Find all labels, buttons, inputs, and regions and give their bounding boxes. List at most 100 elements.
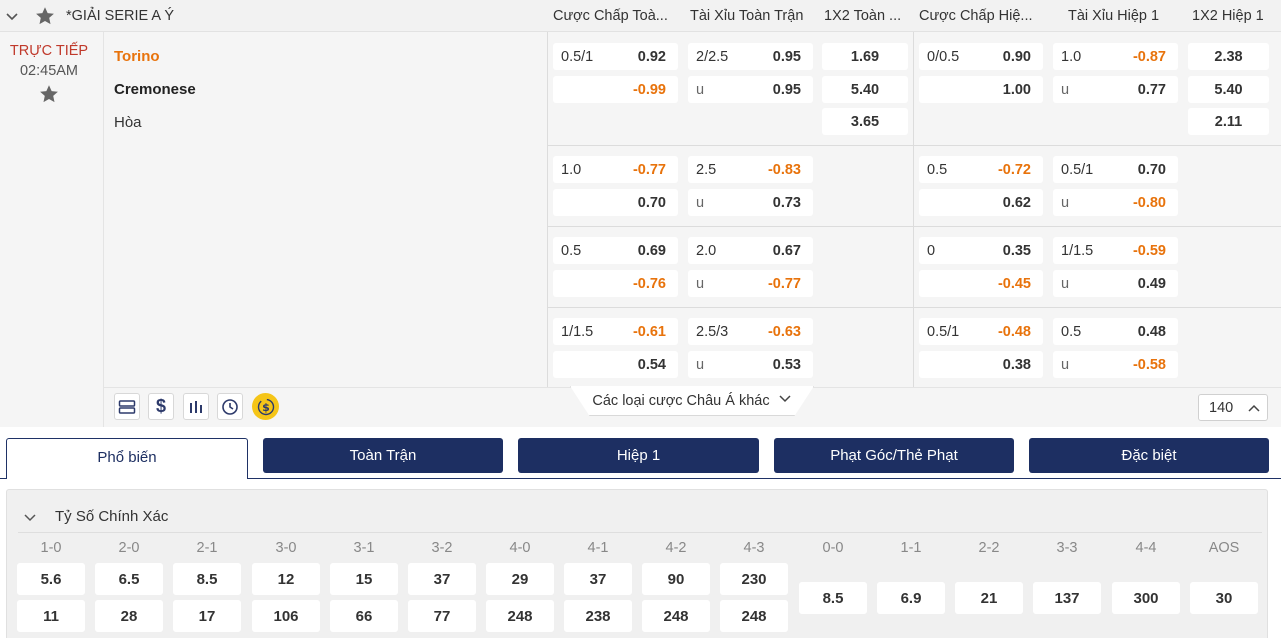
score-odds-button[interactable]: 77 xyxy=(408,600,476,632)
odds-cell[interactable]: 2.0 0.67 xyxy=(688,237,813,264)
odds-cell[interactable]: 1.69 xyxy=(822,43,908,70)
score-odds-button[interactable]: 15 xyxy=(330,563,398,595)
odds-value: 1.00 xyxy=(1002,82,1031,98)
odds-cell[interactable]: 0.5 0.48 xyxy=(1053,318,1178,345)
tab-full-time[interactable]: Toàn Trận xyxy=(263,438,503,473)
score-odds-button[interactable]: 230 xyxy=(720,563,788,595)
score-odds-button[interactable]: 12 xyxy=(252,563,320,595)
odds-cell[interactable]: 0.5 -0.72 xyxy=(919,156,1043,183)
handicap-line: 0.5 xyxy=(561,243,582,259)
score-odds-button[interactable]: 8.5 xyxy=(173,563,241,595)
odds-cell[interactable]: 0.70 xyxy=(553,189,678,216)
divider xyxy=(547,32,548,387)
odds-cell[interactable]: 2.38 xyxy=(1188,43,1269,70)
score-odds-button[interactable]: 5.6 xyxy=(17,563,85,595)
odds-cell[interactable]: 3.65 xyxy=(822,108,908,135)
odds-cell[interactable]: 0.5/1 0.70 xyxy=(1053,156,1178,183)
more-markets-button[interactable]: 140 xyxy=(1198,394,1268,421)
odds-cell[interactable]: 0 0.35 xyxy=(919,237,1043,264)
score-odds-button[interactable]: 238 xyxy=(564,600,632,632)
odds-cell[interactable]: 2.5 -0.83 xyxy=(688,156,813,183)
odds-cell[interactable]: 0/0.5 0.90 xyxy=(919,43,1043,70)
odds-cell[interactable]: 1/1.5 -0.61 xyxy=(553,318,678,345)
score-odds-button[interactable]: 11 xyxy=(17,600,85,632)
score-odds-button[interactable]: 300 xyxy=(1112,582,1180,614)
odds-value: 0.67 xyxy=(772,243,801,259)
list-button[interactable] xyxy=(114,393,140,420)
tab-specials[interactable]: Đặc biệt xyxy=(1029,438,1269,473)
score-odds-button[interactable]: 21 xyxy=(955,582,1023,614)
away-team[interactable]: Cremonese xyxy=(114,81,196,98)
odds-cell[interactable]: -0.45 xyxy=(919,270,1043,297)
odds-value: 0.90 xyxy=(1002,49,1031,65)
odds-cell[interactable]: u 0.95 xyxy=(688,76,813,103)
collapse-league-button[interactable] xyxy=(4,8,20,24)
odds-cell[interactable]: 2.11 xyxy=(1188,108,1269,135)
odds-cell[interactable]: 1.0 -0.87 xyxy=(1053,43,1178,70)
chevron-up-icon xyxy=(1248,404,1260,412)
score-odds-button[interactable]: 17 xyxy=(173,600,241,632)
match-favorite-button[interactable] xyxy=(38,83,60,105)
stats-button[interactable] xyxy=(183,393,209,420)
cashout-button[interactable]: $ xyxy=(252,393,279,420)
odds-cell[interactable]: -0.99 xyxy=(553,76,678,103)
under-label: u xyxy=(696,357,705,373)
history-button[interactable] xyxy=(217,393,243,420)
score-odds-button[interactable]: 90 xyxy=(642,563,710,595)
score-odds-button[interactable]: 29 xyxy=(486,563,554,595)
odds-cell[interactable]: -0.76 xyxy=(553,270,678,297)
score-odds-button[interactable]: 137 xyxy=(1033,582,1101,614)
score-odds-button[interactable]: 30 xyxy=(1190,582,1258,614)
score-odds-button[interactable]: 37 xyxy=(408,563,476,595)
score-label: 3-3 xyxy=(1056,540,1078,556)
odds-cell[interactable]: u 0.77 xyxy=(1053,76,1178,103)
odds-cell[interactable]: 2.5/3 -0.63 xyxy=(688,318,813,345)
odds-cell[interactable]: u -0.77 xyxy=(688,270,813,297)
score-odds-button[interactable]: 37 xyxy=(564,563,632,595)
handicap-line: 0.5/1 xyxy=(927,324,960,340)
odds-cell[interactable]: u 0.73 xyxy=(688,189,813,216)
divider xyxy=(18,532,1262,533)
score-odds-button[interactable]: 248 xyxy=(720,600,788,632)
odds-value: 0.62 xyxy=(1002,195,1031,211)
odds-cell[interactable]: u 0.49 xyxy=(1053,270,1178,297)
odds-cell[interactable]: u -0.58 xyxy=(1053,351,1178,378)
odds-cell[interactable]: 0.62 xyxy=(919,189,1043,216)
odds-cell[interactable]: 0.5/1 0.92 xyxy=(553,43,678,70)
score-odds-button[interactable]: 6.5 xyxy=(95,563,163,595)
score-label: 2-1 xyxy=(196,540,218,556)
column-header-h1-1x2: 1X2 Hiệp 1 xyxy=(1192,8,1264,24)
score-odds-button[interactable]: 6.9 xyxy=(877,582,945,614)
score-odds-button[interactable]: 248 xyxy=(486,600,554,632)
odds-cell[interactable]: 5.40 xyxy=(1188,76,1269,103)
column-header-h1-handicap: Cược Chấp Hiệ... xyxy=(919,8,1033,24)
collapse-correct-score-button[interactable] xyxy=(22,509,38,525)
tab-first-half[interactable]: Hiệp 1 xyxy=(518,438,759,473)
home-team[interactable]: Torino xyxy=(114,48,160,65)
score-label: 1-0 xyxy=(40,540,62,556)
odds-cell[interactable]: 1/1.5 -0.59 xyxy=(1053,237,1178,264)
odds-cell[interactable]: 0.54 xyxy=(553,351,678,378)
odds-cell[interactable]: u 0.53 xyxy=(688,351,813,378)
score-odds-button[interactable]: 8.5 xyxy=(799,582,867,614)
score-odds-button[interactable]: 28 xyxy=(95,600,163,632)
tab-corners-cards[interactable]: Phạt Góc/Thẻ Phạt xyxy=(774,438,1014,473)
odds-cell[interactable]: 2/2.5 0.95 xyxy=(688,43,813,70)
odds-cell[interactable]: u -0.80 xyxy=(1053,189,1178,216)
draw-label: Hòa xyxy=(114,114,142,131)
more-asian-button[interactable]: Các loại cược Châu Á khác xyxy=(570,386,814,416)
odds-cell[interactable]: 5.40 xyxy=(822,76,908,103)
dollar-button[interactable]: $ xyxy=(148,393,174,420)
league-favorite-button[interactable] xyxy=(34,5,56,27)
odds-cell[interactable]: 1.0 -0.77 xyxy=(553,156,678,183)
score-odds-button[interactable]: 248 xyxy=(642,600,710,632)
odds-cell[interactable]: 1.00 xyxy=(919,76,1043,103)
odds-value: 2.11 xyxy=(1214,114,1243,130)
odds-cell[interactable]: 0.38 xyxy=(919,351,1043,378)
score-odds-button[interactable]: 106 xyxy=(252,600,320,632)
score-odds-button[interactable]: 66 xyxy=(330,600,398,632)
odds-cell[interactable]: 0.5 0.69 xyxy=(553,237,678,264)
tab-popular[interactable]: Phổ biến xyxy=(6,438,248,479)
total-line: 0.5 xyxy=(1061,324,1082,340)
odds-cell[interactable]: 0.5/1 -0.48 xyxy=(919,318,1043,345)
